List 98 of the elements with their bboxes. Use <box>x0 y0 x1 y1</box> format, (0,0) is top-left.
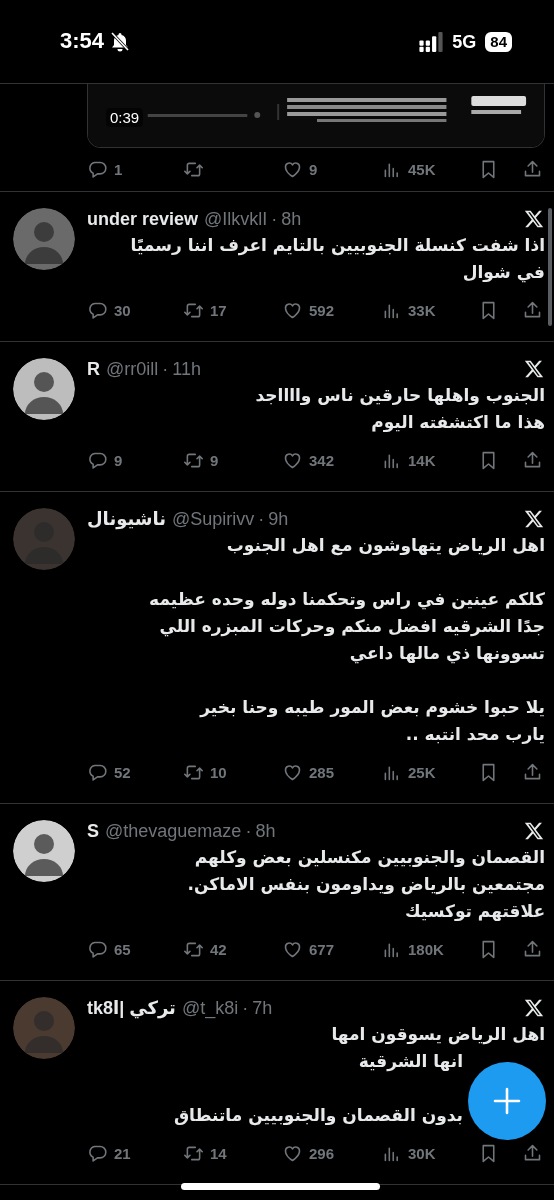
signal-icon <box>419 32 444 52</box>
display-name[interactable]: R <box>87 358 100 380</box>
post-text: اذا شفت كنسلة الجنوبيين بالتايم اعرف اننا رسميًا <box>129 234 545 258</box>
logo-icon <box>523 998 545 1018</box>
count: 33K <box>408 301 436 319</box>
repost-button[interactable]: 10 <box>183 761 282 783</box>
battery-level: 84 <box>485 32 512 52</box>
count: 14K <box>408 451 436 469</box>
display-name[interactable]: S <box>87 820 99 842</box>
timestamp: 8h <box>281 208 302 230</box>
count: 25K <box>408 763 436 781</box>
separator-dot: · <box>162 358 169 380</box>
repost-button[interactable]: 14 <box>183 1142 282 1164</box>
count: 180K <box>408 940 444 958</box>
count: 9 <box>309 160 318 178</box>
video-duration: 0:39 <box>106 108 144 127</box>
bar-chart-button[interactable]: 180K <box>381 938 478 960</box>
post-text: القصمان والجنوبيين مكنسلين بعض وكلهم <box>193 846 545 870</box>
count: 9 <box>210 451 219 469</box>
display-name[interactable]: under review <box>87 208 199 230</box>
count: 17 <box>210 301 227 319</box>
post-text: اهل الرياض يتهاوشون مع اهل الجنوب <box>225 534 545 558</box>
username: @rr0ill <box>106 358 159 380</box>
post-text: في شوال <box>461 261 545 285</box>
logo-icon <box>523 509 545 529</box>
count: 592 <box>309 301 335 319</box>
post-text: انها الشرقية <box>358 1050 463 1074</box>
separator-dot: · <box>258 508 265 530</box>
timestamp: 11h <box>172 358 201 380</box>
heart-button[interactable]: 677 <box>282 938 381 960</box>
heart-button[interactable]: 342 <box>282 449 381 471</box>
post-text: الجنوب واهلها حارقين ناس وااااجد <box>254 384 545 408</box>
reply-button[interactable]: 21 <box>87 1142 183 1164</box>
post-text: علاقتهم توكسيك <box>403 900 545 923</box>
count: 677 <box>309 940 335 958</box>
timestamp: 8h <box>255 820 276 842</box>
count: 52 <box>114 763 131 781</box>
count: 342 <box>309 451 335 469</box>
network-type: 5G <box>452 31 477 53</box>
count: 285 <box>309 763 335 781</box>
reply-button[interactable]: 52 <box>87 761 183 783</box>
logo-icon <box>523 359 545 379</box>
post-text: جدًا الشرقيه افضل منكم وحركات المبزره اللي <box>158 615 545 639</box>
bar-chart-button[interactable]: 14K <box>381 449 478 471</box>
scrollbar[interactable] <box>548 208 552 326</box>
heart-button[interactable]: 592 <box>282 299 381 321</box>
username: @t_k8i <box>181 997 239 1019</box>
avatar[interactable] <box>13 820 75 882</box>
bell-muted-icon <box>110 30 131 52</box>
post-text: مجتمعين بالرياض ويداومون بنفس الاماكن. <box>186 873 545 897</box>
count: 9 <box>114 451 123 469</box>
heart-button[interactable]: 285 <box>282 761 381 783</box>
reply-button[interactable]: 1 <box>87 158 183 180</box>
clock: 3:54 <box>60 28 105 54</box>
logo-icon <box>523 821 545 841</box>
bar-chart-button[interactable]: 25K <box>381 761 478 783</box>
count: 21 <box>114 1144 131 1162</box>
post-text: يارب محد انتبه .. <box>404 723 545 746</box>
separator-dot: · <box>245 820 252 842</box>
post-text: يلا حبوا خشوم بعض المور طيبه وحنا بخير <box>198 696 545 720</box>
separator-dot: · <box>242 997 249 1019</box>
timestamp: 9h <box>268 508 289 530</box>
username: @Supirivv <box>172 508 255 530</box>
username: @IlkvklI <box>204 208 268 230</box>
count: 296 <box>309 1144 335 1162</box>
logo-icon <box>523 209 545 229</box>
count: 30 <box>114 301 131 319</box>
count: 65 <box>114 940 131 958</box>
bar-chart-button[interactable]: 33K <box>381 299 478 321</box>
reply-button[interactable]: 65 <box>87 938 183 960</box>
heart-button[interactable]: 9 <box>282 158 381 180</box>
count: 30K <box>408 1144 436 1162</box>
username: @thevaguemaze <box>105 820 242 842</box>
video-player[interactable]: 0:39 <box>87 84 545 148</box>
post-text: اهل الرياض يسوقون امها <box>330 1023 545 1047</box>
separator-dot: · <box>271 208 278 230</box>
count: 1 <box>114 160 123 178</box>
timestamp: 7h <box>252 997 273 1019</box>
count: 45K <box>408 160 436 178</box>
heart-button[interactable]: 296 <box>282 1142 381 1164</box>
display-name[interactable]: tk8ا| تركي <box>87 997 176 1019</box>
post-text: هذا ما اكتشفته اليوم <box>370 411 545 434</box>
bar-chart-button[interactable]: 30K <box>381 1142 478 1164</box>
repost-button[interactable]: 17 <box>183 299 282 321</box>
repost-button[interactable]: 42 <box>183 938 282 960</box>
reply-button[interactable]: 30 <box>87 299 183 321</box>
display-name[interactable]: ناشيونال <box>87 508 166 530</box>
bar-chart-button[interactable]: 45K <box>381 158 478 180</box>
count: 42 <box>210 940 227 958</box>
avatar[interactable] <box>13 358 75 420</box>
count: 10 <box>210 763 227 781</box>
post-text: كلكم عينين في راس وتحكمنا دوله وحده عظيمه <box>148 588 545 612</box>
post-text: بدون القصمان والجنوبيين ماتنطاق <box>173 1104 463 1128</box>
plus-icon <box>492 1086 522 1116</box>
repost-button[interactable]: 9 <box>183 449 282 471</box>
reply-button[interactable]: 9 <box>87 449 183 471</box>
count: 14 <box>210 1144 227 1162</box>
post-text: تسوونها ذي مالها داعي <box>348 642 545 666</box>
